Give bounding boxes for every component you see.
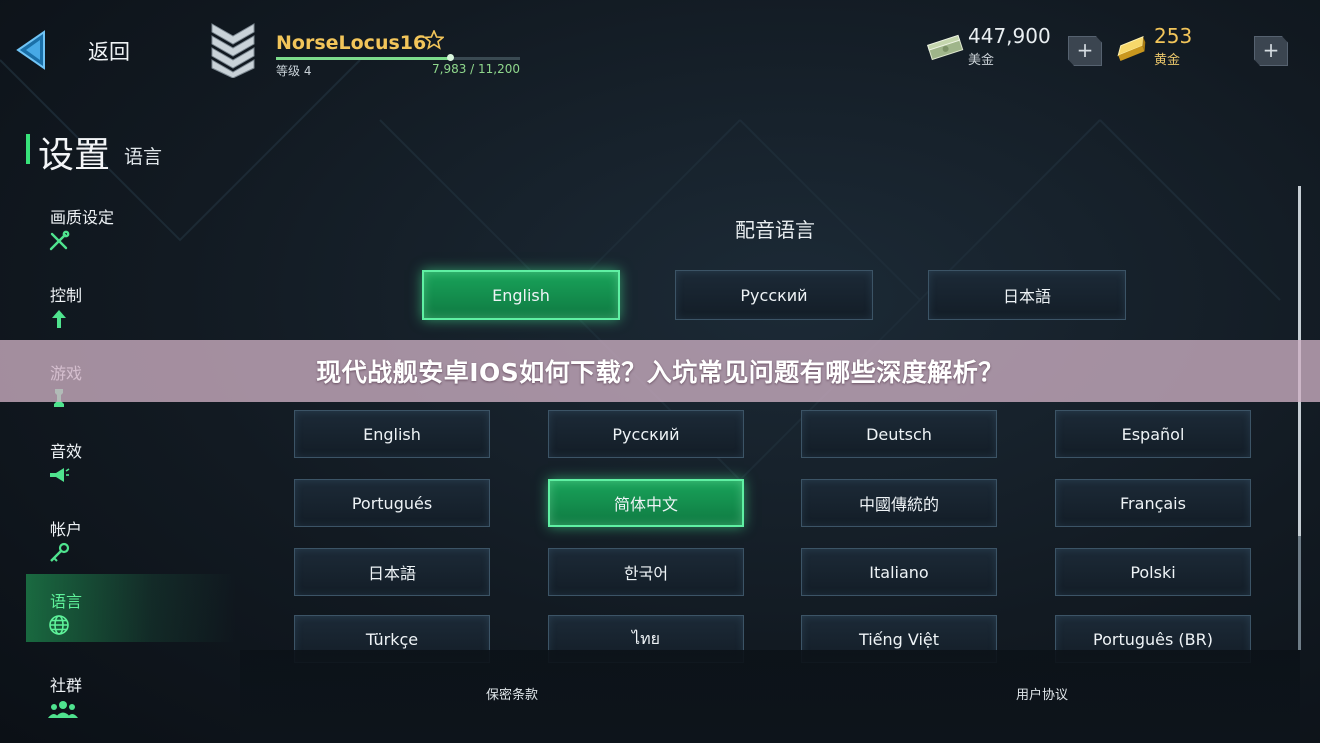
sidebar-item-audio[interactable]: 音效: [26, 430, 236, 496]
text-language-option[interactable]: 简体中文: [548, 479, 744, 527]
gold-bar-icon: [1117, 35, 1146, 61]
sidebar-item-account[interactable]: 帐户: [26, 508, 236, 574]
text-language-option[interactable]: Deutsch: [801, 410, 997, 458]
text-language-option[interactable]: 한국어: [548, 548, 744, 596]
level-label: 等级 4: [276, 64, 312, 78]
voice-language-option[interactable]: English: [422, 270, 620, 320]
sidebar-item-label: 社群: [50, 676, 83, 695]
cash-display: 447,900 美金: [926, 24, 1066, 72]
text-language-option[interactable]: Français: [1055, 479, 1251, 527]
gold-amount: 253: [1154, 24, 1193, 48]
arrow-up-icon: [52, 310, 66, 328]
back-label: 返回: [88, 40, 130, 64]
text-language-option[interactable]: Italiano: [801, 548, 997, 596]
scrollbar[interactable]: [1298, 186, 1301, 650]
sidebar-item-label: 控制: [50, 286, 83, 305]
cash-amount: 447,900: [968, 24, 1051, 48]
cash-stack-icon: [926, 34, 964, 61]
megaphone-icon: [50, 468, 70, 482]
back-button[interactable]: 返回: [14, 28, 164, 72]
privacy-policy-link[interactable]: 保密条款: [486, 684, 538, 703]
gold-label: 黄金: [1154, 53, 1181, 68]
globe-icon: [49, 615, 69, 635]
xp-progress-bar: [276, 54, 520, 61]
sidebar-item-label: 音效: [50, 442, 83, 461]
text-language-option[interactable]: Русский: [548, 410, 744, 458]
settings-sidebar: 画质设定 控制 游戏 音效 帐户: [26, 190, 236, 730]
text-language-option[interactable]: Polski: [1055, 548, 1251, 596]
xp-progress-fill: [276, 57, 450, 60]
terms-of-service-link[interactable]: 用户协议: [1016, 684, 1068, 703]
footer-bar: [240, 650, 1300, 743]
star-icon: [424, 30, 444, 50]
sidebar-item-community[interactable]: 社群: [26, 664, 236, 730]
sidebar-item-controls[interactable]: 控制: [26, 274, 236, 340]
key-icon: [50, 542, 70, 562]
sidebar-item-label: 帐户: [50, 520, 83, 539]
sidebar-item-language[interactable]: 语言: [26, 574, 236, 642]
text-language-option[interactable]: Español: [1055, 410, 1251, 458]
gold-display: 253 黄金: [1112, 24, 1222, 72]
title-accent: [26, 134, 30, 164]
xp-text: 7,983 / 11,200: [432, 62, 521, 76]
people-icon: [48, 701, 78, 718]
xp-progress-marker: [446, 54, 454, 61]
add-cash-button[interactable]: +: [1068, 36, 1102, 66]
text-language-option[interactable]: English: [294, 410, 490, 458]
page-title: 设置: [38, 135, 111, 176]
banner-text: 现代战舰安卓IOS如何下载？入坑常见问题有哪些深度解析？: [316, 358, 1004, 387]
text-language-option[interactable]: 日本語: [294, 548, 490, 596]
text-language-option[interactable]: 中國傳統的: [801, 479, 997, 527]
player-name: NorseLocus16: [276, 32, 427, 54]
overlay-banner: 现代战舰安卓IOS如何下载？入坑常见问题有哪些深度解析？: [0, 340, 1320, 402]
add-gold-button[interactable]: +: [1254, 36, 1288, 66]
top-bar: 返回 NorseLocus16 等级 4 7,983 / 11,200 447,…: [0, 0, 1320, 100]
page-subtitle: 语言: [124, 146, 163, 168]
voice-language-option[interactable]: Русский: [675, 270, 873, 320]
back-arrow-icon: [16, 30, 45, 70]
voice-language-title: 配音语言: [735, 218, 815, 242]
text-language-option[interactable]: Portugués: [294, 479, 490, 527]
sidebar-item-label: 语言: [50, 592, 83, 611]
cash-label: 美金: [968, 53, 995, 68]
rank-chevron-icon: [211, 23, 255, 78]
voice-language-option[interactable]: 日本語: [928, 270, 1126, 320]
